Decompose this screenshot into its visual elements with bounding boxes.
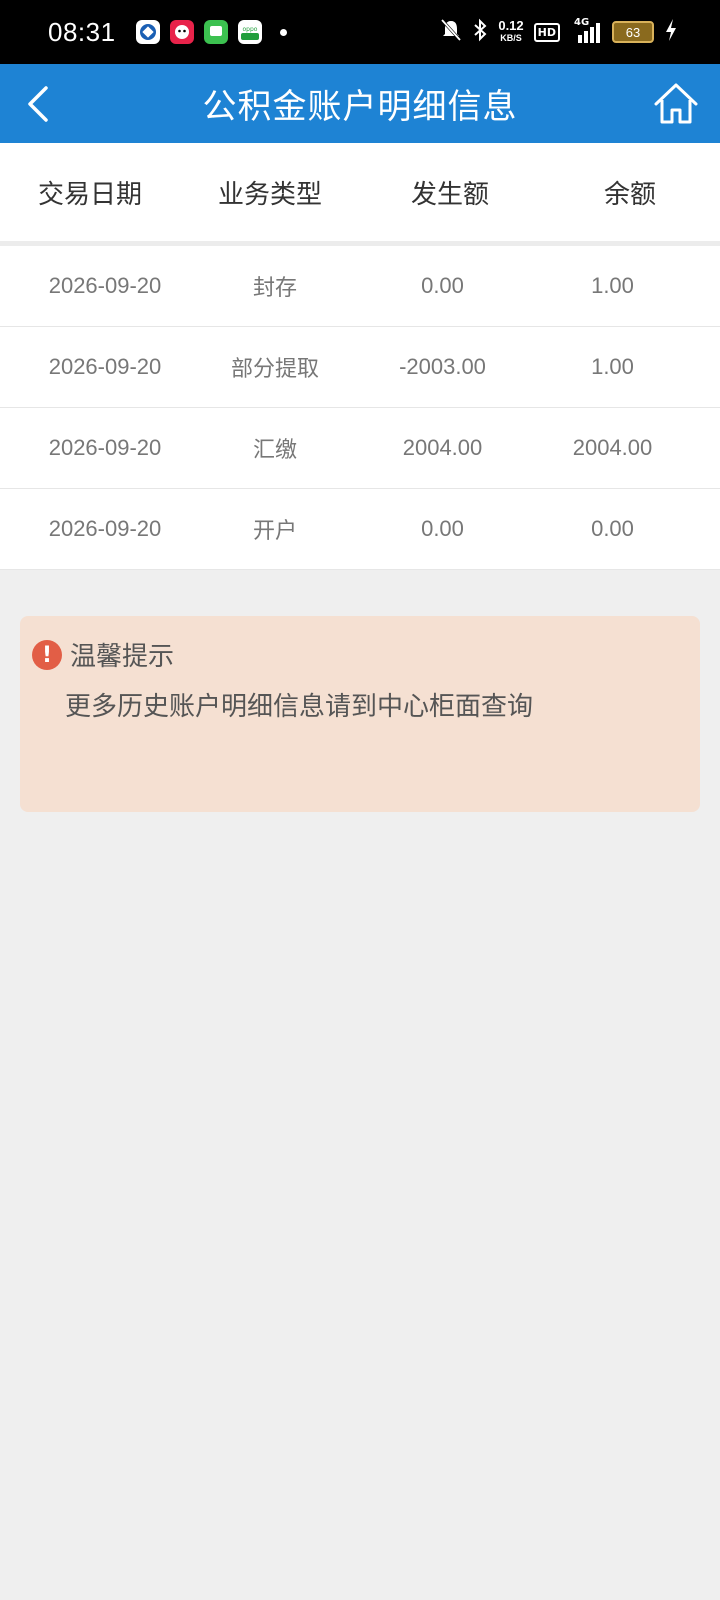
table-row: 2026-09-20 汇缴 2004.00 2004.00 [0, 408, 720, 489]
back-button[interactable] [22, 82, 62, 126]
cell-amount: -2003.00 [399, 354, 486, 379]
cell-amount: 0.00 [421, 516, 464, 541]
home-button[interactable] [652, 80, 700, 128]
battery-indicator: 63 [612, 21, 654, 43]
cell-date: 2026-09-20 [48, 516, 162, 541]
home-icon [654, 83, 698, 124]
network-speed: 0.12 KB/S [498, 18, 524, 44]
bluetooth-icon [472, 18, 488, 46]
chevron-left-icon [28, 86, 48, 122]
cell-balance: 1.00 [591, 354, 634, 379]
table-row: 2026-09-20 部分提取 -2003.00 1.00 [0, 327, 720, 408]
page-title: 公积金账户明细信息 [202, 87, 518, 127]
header-date: 交易日期 [37, 179, 142, 210]
notice-text: 更多历史账户明细信息请到中心柜面查询 [65, 692, 534, 722]
mascot-app-icon [169, 20, 194, 44]
hd-badge: HD [533, 22, 560, 42]
cell-balance: 1.00 [591, 273, 634, 298]
header-balance: 余额 [603, 179, 656, 210]
warning-icon: ! [32, 640, 62, 670]
cell-type: 汇缴 [252, 438, 297, 463]
notice-title: 温馨提示 [70, 642, 175, 672]
net-speed-value: 0.12 [498, 18, 524, 33]
mute-icon [440, 18, 462, 46]
notification-dot [279, 28, 287, 36]
nav-bar: 公积金账户明细信息 [0, 64, 720, 143]
cell-amount: 2004.00 [402, 435, 483, 460]
svg-text:oppo: oppo [242, 26, 257, 33]
charging-icon [664, 18, 678, 46]
cell-type: 部分提取 [230, 357, 319, 382]
cell-type: 封存 [252, 276, 297, 301]
status-time: 08:31 [48, 16, 116, 47]
header-amount: 发生额 [410, 179, 489, 210]
cell-balance: 0.00 [591, 516, 634, 541]
cell-type: 开户 [252, 519, 297, 544]
cell-balance: 2004.00 [572, 435, 653, 460]
status-bar: 08:31 oppo 0.12 KB/S HD 4G 63 [0, 0, 720, 64]
bank-app-icon [135, 20, 160, 44]
cell-date: 2026-09-20 [48, 273, 162, 298]
net-speed-unit: KB/S [500, 33, 522, 43]
table-row: 2026-09-20 封存 0.00 1.00 [0, 246, 720, 327]
oppo-app-icon: oppo [237, 20, 262, 44]
header-type: 业务类型 [217, 179, 322, 210]
transaction-table: 2026-09-20 封存 0.00 1.00 2026-09-20 部分提取 … [0, 246, 720, 570]
signal-icon: 4G [570, 17, 602, 45]
table-row: 2026-09-20 开户 0.00 0.00 [0, 489, 720, 570]
cell-date: 2026-09-20 [48, 435, 162, 460]
cell-amount: 0.00 [421, 273, 464, 298]
cell-date: 2026-09-20 [48, 354, 162, 379]
table-header: 交易日期 业务类型 发生额 余额 [0, 143, 720, 246]
notice-box: ! 温馨提示 更多历史账户明细信息请到中心柜面查询 [20, 616, 700, 812]
message-app-icon [203, 20, 228, 44]
